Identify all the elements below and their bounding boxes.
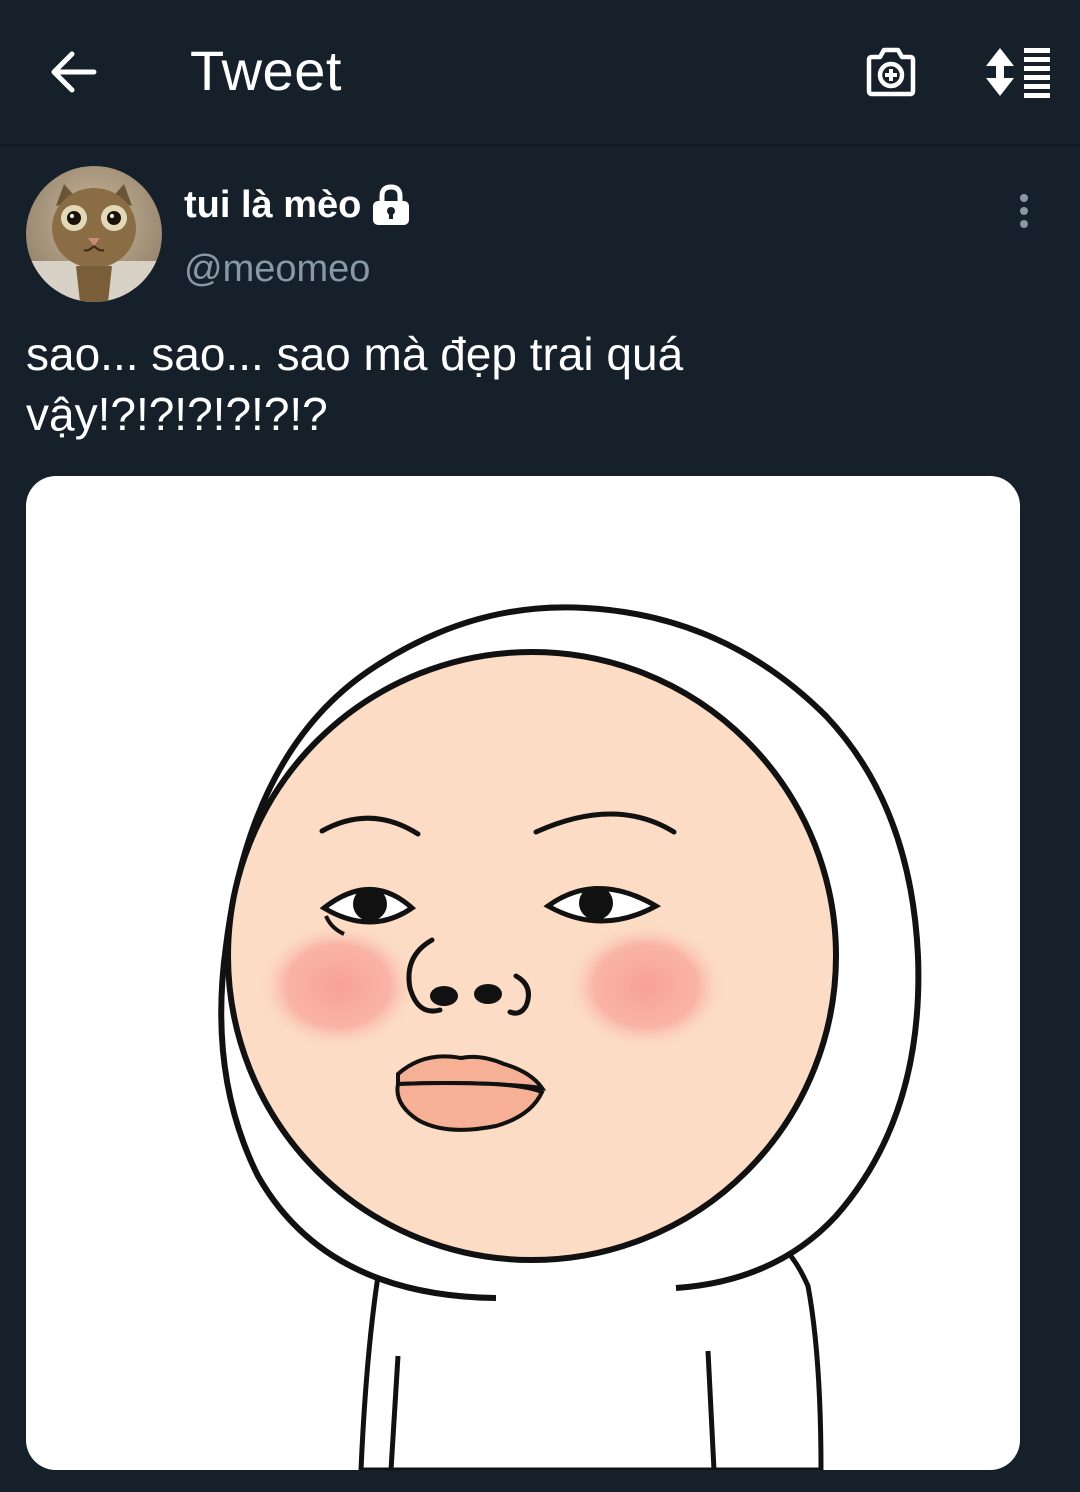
camera-add-icon (866, 47, 916, 97)
camera-button[interactable] (858, 40, 924, 104)
display-name[interactable]: tui là mèo (184, 180, 361, 230)
page-title: Tweet (190, 39, 342, 102)
display-name-row: tui là mèo (184, 180, 411, 230)
arrow-left-icon (51, 51, 97, 93)
sort-list-icon (986, 48, 1050, 98)
lock-icon (371, 183, 411, 227)
sort-button[interactable] (980, 40, 1056, 104)
tweet-media-image[interactable] (26, 476, 1020, 1470)
cartoon-face-illustration (218, 604, 922, 1470)
user-handle[interactable]: @meomeo (184, 244, 370, 294)
top-bar: Tweet (0, 0, 1080, 146)
back-button[interactable] (40, 40, 108, 104)
tweet-text: sao... sao... sao mà đẹp trai quá vậy!?!… (26, 328, 684, 440)
more-options-button[interactable] (1004, 186, 1044, 236)
more-vertical-icon (1020, 194, 1028, 228)
cat-avatar-icon (26, 166, 162, 302)
avatar[interactable] (26, 166, 162, 302)
